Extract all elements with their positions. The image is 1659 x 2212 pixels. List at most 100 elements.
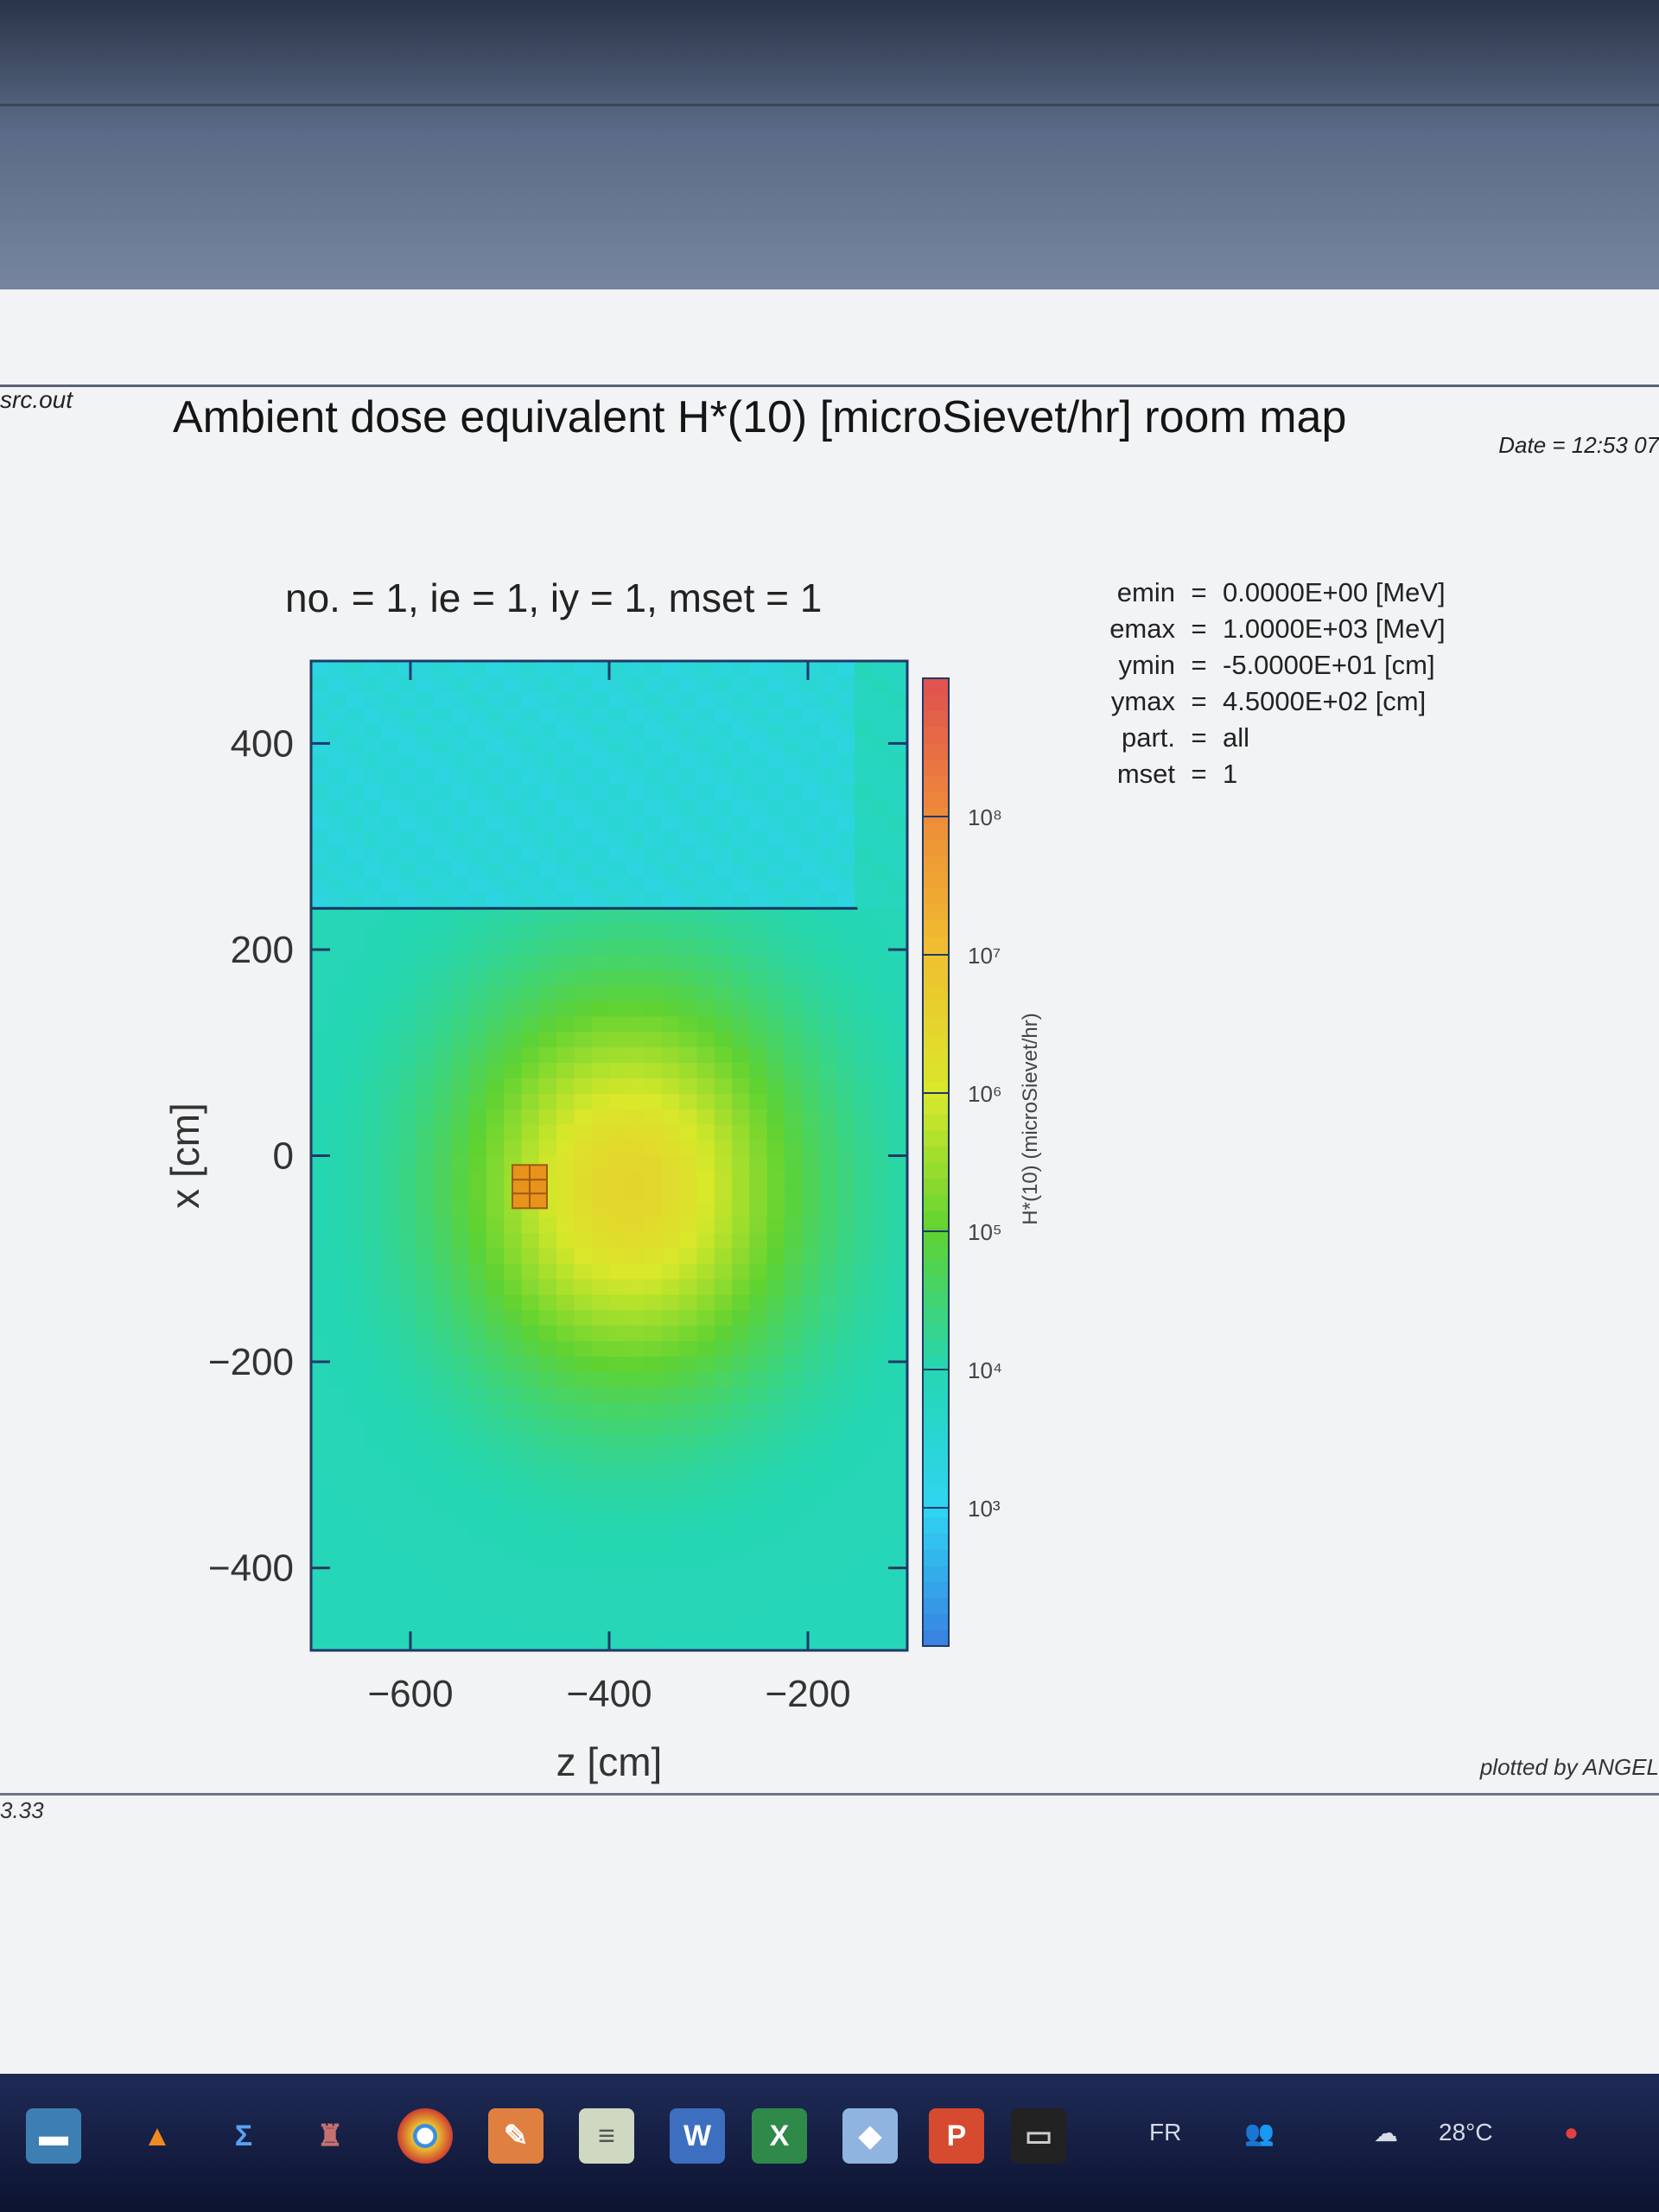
heatmap-cell (661, 908, 680, 925)
heatmap-cell (732, 1186, 750, 1203)
excel-icon[interactable]: X (752, 2108, 807, 2164)
heatmap-cell (416, 1001, 435, 1018)
heatmap-cell (609, 1573, 627, 1589)
heatmap-cell (486, 1619, 505, 1636)
heatmap-cell (328, 1140, 347, 1157)
vlc-icon[interactable]: ▲ (130, 2108, 185, 2164)
heatmap-cell (609, 846, 627, 863)
heatmap-cell (521, 1263, 540, 1281)
heatmap-cell (855, 1016, 873, 1033)
heatmap-cell (311, 769, 329, 785)
weather-icon[interactable]: ☁ (1374, 2119, 1398, 2147)
heatmap-cell (732, 1387, 750, 1404)
heatmap-cell (784, 676, 803, 693)
heatmap-cell (416, 1465, 435, 1481)
heatmap-cell (644, 1557, 663, 1574)
heatmap-cell (311, 1310, 329, 1326)
heatmap-cell (836, 861, 855, 879)
heatmap-cell (381, 846, 400, 863)
heatmap-cell (732, 800, 750, 817)
heatmap-cell (802, 846, 821, 863)
heatmap-cell (749, 939, 768, 956)
heatmap-cell (363, 861, 382, 879)
heatmap-cell (661, 1263, 680, 1281)
heatmap-cell (732, 661, 750, 677)
word-icon[interactable]: W (670, 2108, 725, 2164)
heatmap-cell (346, 1124, 365, 1141)
heatmap-cell (538, 1604, 557, 1620)
heatmap-cell (889, 1604, 908, 1620)
heatmap-cell (591, 1279, 610, 1296)
heatmap-cell (644, 1109, 663, 1126)
heatmap-cell (644, 893, 663, 909)
heatmap-cell (714, 661, 733, 677)
notification-icon[interactable]: ● (1564, 2119, 1579, 2146)
heatmap-cell (311, 924, 329, 940)
heatmap-cell (766, 1202, 785, 1218)
explorer-icon[interactable]: ▬ (26, 2108, 81, 2164)
heatmap-cell (696, 769, 715, 785)
heatmap-cell (346, 1357, 365, 1373)
heatmap-cell (784, 1341, 803, 1357)
heatmap-cell (766, 1418, 785, 1435)
heatmap-cell (679, 1279, 698, 1296)
heatmap-cell (802, 707, 821, 724)
heatmap-cell (732, 1372, 750, 1389)
heatmap-cell (679, 1449, 698, 1465)
heatmap-cell (574, 1217, 593, 1234)
heatmap-cell (679, 1263, 698, 1281)
heatmap-cell (644, 1526, 663, 1543)
heatmap-cell (574, 1294, 593, 1311)
heatmap-cell (591, 877, 610, 893)
heatmap-cell (626, 1588, 645, 1605)
terminal-icon[interactable]: ▭ (1011, 2108, 1066, 2164)
heatmap-cell (855, 738, 873, 754)
heatmap-cell (504, 1279, 523, 1296)
heatmap-cell (732, 1341, 750, 1357)
heatmap-cell (363, 1310, 382, 1326)
heatmap-cell (872, 1109, 891, 1126)
heatmap-cell (784, 893, 803, 909)
heatmap-cell (661, 1155, 680, 1172)
heatmap-cell (626, 1526, 645, 1543)
heatmap-cell (696, 1433, 715, 1450)
heatmap-cell (889, 861, 908, 879)
paint-icon[interactable]: ✎ (488, 2108, 543, 2164)
powerpoint-icon[interactable]: P (929, 2108, 984, 2164)
heatmap-cell (328, 861, 347, 879)
heatmap-cell (802, 1186, 821, 1203)
heatmap-cell (468, 1341, 487, 1357)
heatmap-cell (836, 1511, 855, 1528)
heatmap-cell (504, 1016, 523, 1033)
heatmap-cell (398, 1032, 417, 1048)
app2-icon[interactable]: ◆ (842, 2108, 898, 2164)
heatmap-cell (346, 1387, 365, 1404)
heatmap-cell (311, 785, 329, 801)
heatmap-cell (626, 1063, 645, 1079)
heatmap-cell (363, 1619, 382, 1636)
heatmap-cell (696, 893, 715, 909)
sigma-icon[interactable]: Σ (216, 2108, 271, 2164)
heatmap-cell (434, 1418, 452, 1435)
people-icon[interactable]: 👥 (1244, 2119, 1274, 2147)
heatmap-cell (644, 1063, 663, 1079)
heatmap-cell (398, 846, 417, 863)
heatmap-cell (889, 676, 908, 693)
heatmap-cell (328, 1480, 347, 1497)
colorbar-segment (923, 1484, 949, 1502)
heatmap-cell (451, 1449, 470, 1465)
heatmap-cell (363, 753, 382, 770)
heatmap-cell (626, 1480, 645, 1497)
chrome-icon[interactable] (397, 2108, 453, 2164)
heatmap-cell (732, 969, 750, 987)
editor-icon[interactable]: ≡ (579, 2108, 634, 2164)
heatmap-cell (784, 800, 803, 817)
app-icon[interactable]: ♜ (302, 2108, 358, 2164)
heatmap-cell (714, 1093, 733, 1110)
heatmap-cell (346, 1573, 365, 1589)
heatmap-cell (538, 769, 557, 785)
heatmap-cell (766, 738, 785, 754)
heatmap-cell (696, 800, 715, 817)
language-indicator[interactable]: FR (1149, 2119, 1181, 2146)
heatmap-cell (644, 1217, 663, 1234)
